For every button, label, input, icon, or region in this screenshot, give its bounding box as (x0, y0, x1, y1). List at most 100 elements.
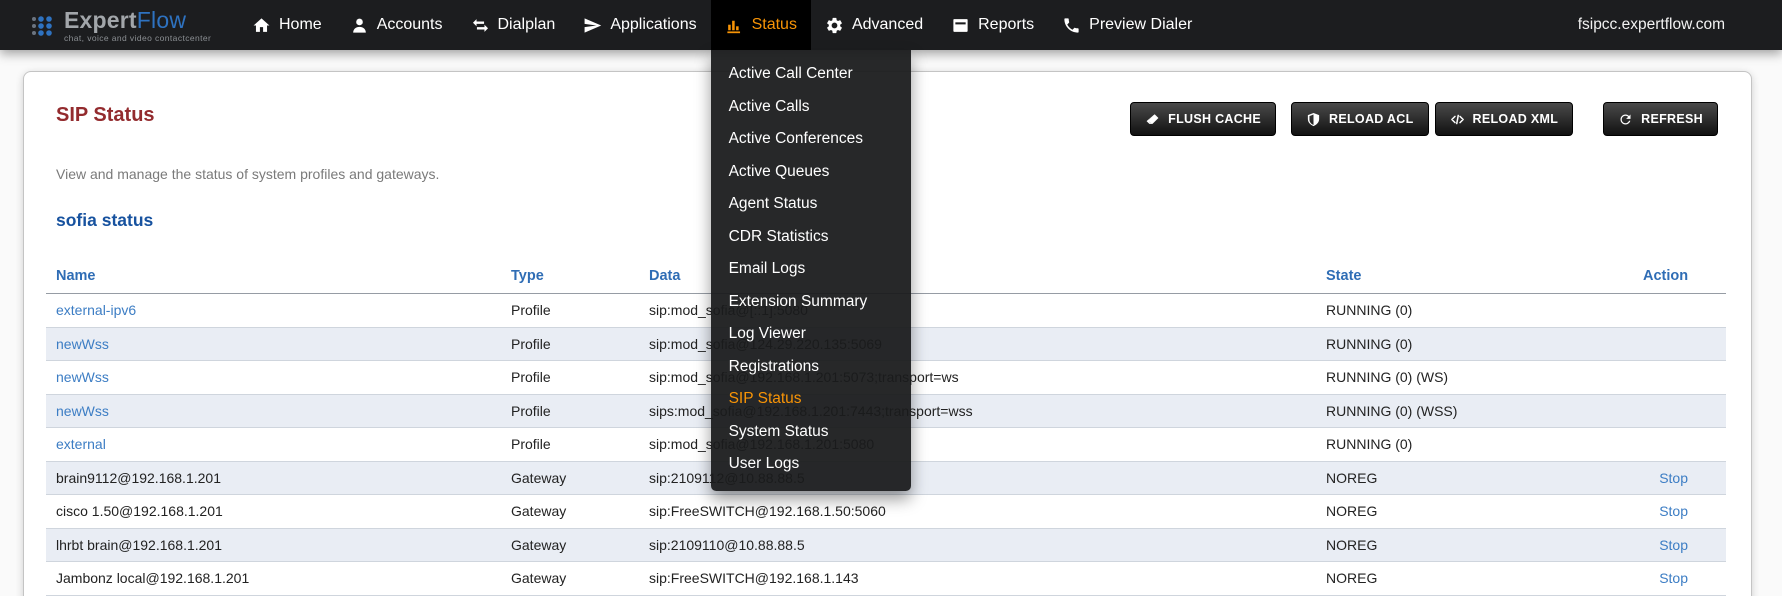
nav-item-label: Dialplan (498, 16, 556, 34)
paper-plane-icon (583, 16, 602, 35)
nav-item-home[interactable]: Home (238, 0, 336, 50)
eraser-icon (1145, 112, 1160, 127)
page-title: SIP Status (56, 105, 155, 125)
refresh-button[interactable]: REFRESH (1603, 102, 1718, 136)
cell-data: sip:FreeSWITCH@192.168.1.143 (639, 570, 1316, 586)
button-label: REFRESH (1641, 112, 1703, 126)
cell-type: Gateway (501, 503, 639, 519)
logo-tagline: chat, voice and video contactcenter (64, 33, 211, 43)
menu-item-sip-status[interactable]: SIP Status (711, 383, 911, 416)
menu-item-system-status[interactable]: System Status (711, 416, 911, 449)
reload-xml-button[interactable]: RELOAD XML (1435, 102, 1574, 136)
cell-state: NOREG (1316, 503, 1643, 519)
nav-item-label: Reports (978, 16, 1034, 34)
archive-icon (951, 16, 970, 35)
nav-item-preview-dialer[interactable]: Preview Dialer (1048, 0, 1206, 50)
menu-item-agent-status[interactable]: Agent Status (711, 188, 911, 221)
gear-icon (825, 16, 844, 35)
menu-item-active-call-center[interactable]: Active Call Center (711, 58, 911, 91)
menu-item-email-logs[interactable]: Email Logs (711, 253, 911, 286)
cell-state: RUNNING (0) (1316, 436, 1643, 452)
logo-text: ExpertFlow chat, voice and video contact… (64, 8, 211, 43)
nav-item-label: Preview Dialer (1089, 16, 1192, 34)
nav-item-label: Accounts (377, 16, 443, 34)
cell-state: RUNNING (0) (1316, 336, 1643, 352)
cell-data: sip:FreeSWITCH@192.168.1.50:5060 (639, 503, 1316, 519)
cell-state: RUNNING (0) (WS) (1316, 369, 1643, 385)
cell-type: Gateway (501, 537, 639, 553)
nav-item-advanced[interactable]: Advanced (811, 0, 937, 50)
status-dropdown-menu: Active Call Center Active Calls Active C… (711, 50, 911, 491)
code-icon (1450, 112, 1465, 127)
phone-icon (1062, 16, 1081, 35)
toolbar: FLUSH CACHE RELOAD ACL RELOAD XML REFRES… (1130, 102, 1718, 136)
swap-arrows-icon (471, 16, 490, 35)
cell-state: NOREG (1316, 470, 1643, 486)
column-header-state: State (1316, 268, 1643, 284)
table-row: lhrbt brain@192.168.1.201 Gateway sip:21… (46, 529, 1726, 563)
home-icon (252, 16, 271, 35)
nav-item-label: Advanced (852, 16, 923, 34)
cell-type: Profile (501, 436, 639, 452)
cell-state: RUNNING (0) (1316, 302, 1643, 318)
gateway-name: Jambonz local@192.168.1.201 (46, 570, 501, 586)
column-header-type: Type (501, 268, 639, 284)
nav-menu: Home Accounts Dialplan Applications Stat… (238, 0, 1206, 50)
cell-type: Profile (501, 302, 639, 318)
table-row: cisco 1.50@192.168.1.201 Gateway sip:Fre… (46, 495, 1726, 529)
gateway-name: brain9112@192.168.1.201 (46, 470, 501, 486)
profile-link[interactable]: external-ipv6 (56, 302, 136, 318)
cell-type: Profile (501, 336, 639, 352)
shield-icon (1306, 112, 1321, 127)
nav-item-status[interactable]: Status Active Call Center Active Calls A… (711, 0, 811, 50)
profile-link[interactable]: newWss (56, 369, 109, 385)
menu-item-user-logs[interactable]: User Logs (711, 448, 911, 481)
nav-item-label: Home (279, 16, 322, 34)
expertflow-logo: ExpertFlow chat, voice and video contact… (30, 8, 226, 43)
stop-link[interactable]: Stop (1659, 470, 1688, 486)
person-icon (350, 16, 369, 35)
cell-state: RUNNING (0) (WSS) (1316, 403, 1643, 419)
section-title-sofia-status: sofia status (56, 210, 153, 231)
refresh-icon (1618, 112, 1633, 127)
cell-type: Gateway (501, 470, 639, 486)
page-description: View and manage the status of system pro… (56, 166, 439, 182)
flush-cache-button[interactable]: FLUSH CACHE (1130, 102, 1276, 136)
top-navbar: ExpertFlow chat, voice and video contact… (0, 0, 1782, 50)
profile-link[interactable]: newWss (56, 336, 109, 352)
nav-item-accounts[interactable]: Accounts (336, 0, 457, 50)
stop-link[interactable]: Stop (1659, 503, 1688, 519)
nav-item-applications[interactable]: Applications (569, 0, 710, 50)
cell-state: NOREG (1316, 537, 1643, 553)
cell-type: Profile (501, 369, 639, 385)
menu-item-active-calls[interactable]: Active Calls (711, 91, 911, 124)
cell-data: sip:2109110@10.88.88.5 (639, 537, 1316, 553)
logo-dots-icon (30, 12, 56, 38)
nav-item-dialplan[interactable]: Dialplan (457, 0, 570, 50)
table-row: Jambonz local@192.168.1.201 Gateway sip:… (46, 562, 1726, 596)
profile-link[interactable]: newWss (56, 403, 109, 419)
stop-link[interactable]: Stop (1659, 570, 1688, 586)
menu-item-log-viewer[interactable]: Log Viewer (711, 318, 911, 351)
cell-type: Gateway (501, 570, 639, 586)
logo-brand-flow: Flow (137, 7, 186, 33)
nav-item-reports[interactable]: Reports (937, 0, 1048, 50)
menu-item-cdr-statistics[interactable]: CDR Statistics (711, 221, 911, 254)
menu-item-active-queues[interactable]: Active Queues (711, 156, 911, 189)
button-label: FLUSH CACHE (1168, 112, 1261, 126)
nav-item-label: Applications (610, 16, 696, 34)
button-label: RELOAD ACL (1329, 112, 1413, 126)
menu-item-registrations[interactable]: Registrations (711, 351, 911, 384)
column-header-name: Name (46, 268, 501, 284)
server-domain-label: fsipcc.expertflow.com (1578, 16, 1725, 34)
stop-link[interactable]: Stop (1659, 537, 1688, 553)
profile-link[interactable]: external (56, 436, 106, 452)
nav-item-label: Status (752, 16, 797, 34)
gateway-name: lhrbt brain@192.168.1.201 (46, 537, 501, 553)
menu-item-active-conferences[interactable]: Active Conferences (711, 123, 911, 156)
bar-chart-icon (725, 16, 744, 35)
reload-acl-button[interactable]: RELOAD ACL (1291, 102, 1428, 136)
column-header-action: Action (1643, 268, 1726, 284)
logo-brand-expert: Expert (64, 7, 137, 33)
menu-item-extension-summary[interactable]: Extension Summary (711, 286, 911, 319)
